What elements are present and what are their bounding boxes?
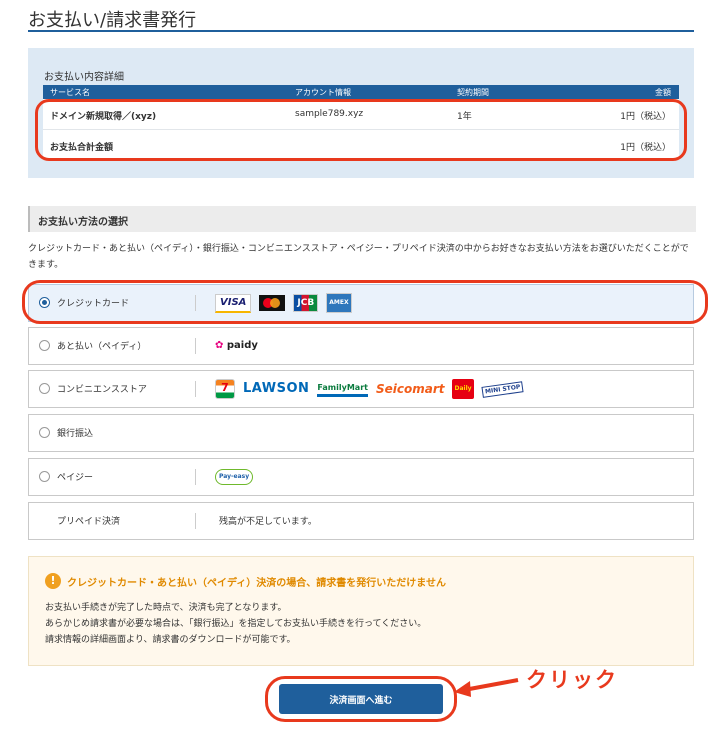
option-separator [195, 469, 196, 485]
arrow-icon [454, 678, 519, 697]
familymart-logo: FamilyMart [317, 382, 368, 397]
warning-icon: ! [45, 573, 61, 589]
option-prepaid: プリペイド決済 残高が不足しています。 [28, 502, 694, 540]
seven-eleven-logo: 7 [215, 379, 235, 399]
option-paidy[interactable]: あと払い（ペイディ） ✿ paidy [28, 327, 694, 365]
option-payeasy[interactable]: ペイジー Pay-easy [28, 458, 694, 496]
paidy-logo: ✿ paidy [215, 340, 258, 351]
page-title: お支払い/請求書発行 [28, 10, 197, 31]
option-convenience-store[interactable]: コンビニエンスストア 7 LAWSON FamilyMart Seicomart… [28, 370, 694, 408]
payment-details-heading: お支払い内容詳細 [44, 72, 124, 83]
notice-line: あらかじめ請求書が必要な場合は、「銀行振込」を指定してお支払い手続きを行ってくだ… [45, 619, 427, 629]
paidy-label: あと払い（ペイディ） [57, 342, 147, 352]
prepaid-label: プリペイド決済 [57, 517, 121, 527]
payeasy-label: ペイジー [57, 473, 94, 483]
payeasy-logos: Pay-easy [215, 467, 254, 487]
notice-body: お支払い手続きが完了した時点で、決済も完了となります。 あらかじめ請求書が必要な… [45, 600, 426, 648]
table-header: サービス名 アカウント情報 契約期間 金額 [43, 85, 679, 99]
column-term: 契約期間 [457, 88, 489, 97]
payeasy-logo: Pay-easy [215, 469, 254, 485]
paidy-logos: ✿ paidy [215, 336, 258, 356]
notice-line: お支払い手続きが完了した時点で、決済も完了となります。 [45, 603, 287, 613]
option-separator [195, 513, 196, 529]
bank-transfer-radio[interactable] [39, 427, 50, 438]
payment-method-description: クレジットカード・あと払い（ペイディ）・銀行振込・コンビニエンスストア・ペイジー… [28, 244, 689, 270]
invoice-notice: ! クレジットカード・あと払い（ペイディ）決済の場合、請求書を発行いただけません… [28, 556, 694, 666]
title-rule [28, 30, 694, 32]
payment-method-heading: お支払い方法の選択 [38, 217, 128, 228]
seicomart-logo: Seicomart [375, 382, 445, 396]
column-amount: 金額 [655, 88, 671, 97]
ministop-logo: MINI STOP [480, 380, 524, 398]
convenience-store-logos: 7 LAWSON FamilyMart Seicomart Daily MINI… [215, 379, 524, 399]
convenience-store-radio[interactable] [39, 383, 50, 394]
option-separator [195, 381, 196, 397]
highlight-proceed-button [265, 676, 457, 722]
convenience-store-label: コンビニエンスストア [57, 385, 147, 395]
column-service: サービス名 [50, 88, 90, 97]
prepaid-balance-note: 残高が不足しています。 [219, 517, 317, 527]
column-account: アカウント情報 [295, 88, 351, 97]
notice-line: 請求情報の詳細画面より、請求書のダウンロードが可能です。 [45, 635, 296, 645]
highlight-credit-card [22, 280, 708, 324]
lawson-logo: LAWSON [243, 381, 310, 396]
daily-logo: Daily [452, 379, 474, 399]
click-annotation: クリック [526, 668, 618, 692]
option-bank-transfer[interactable]: 銀行振込 [28, 414, 694, 452]
option-separator [195, 338, 196, 354]
notice-title: クレジットカード・あと払い（ペイディ）決済の場合、請求書を発行いただけません [67, 578, 446, 589]
highlight-details [35, 99, 687, 161]
paidy-radio[interactable] [39, 340, 50, 351]
bank-transfer-label: 銀行振込 [57, 429, 94, 439]
payment-method-heading-bar: お支払い方法の選択 [28, 206, 696, 232]
payeasy-radio[interactable] [39, 471, 50, 482]
